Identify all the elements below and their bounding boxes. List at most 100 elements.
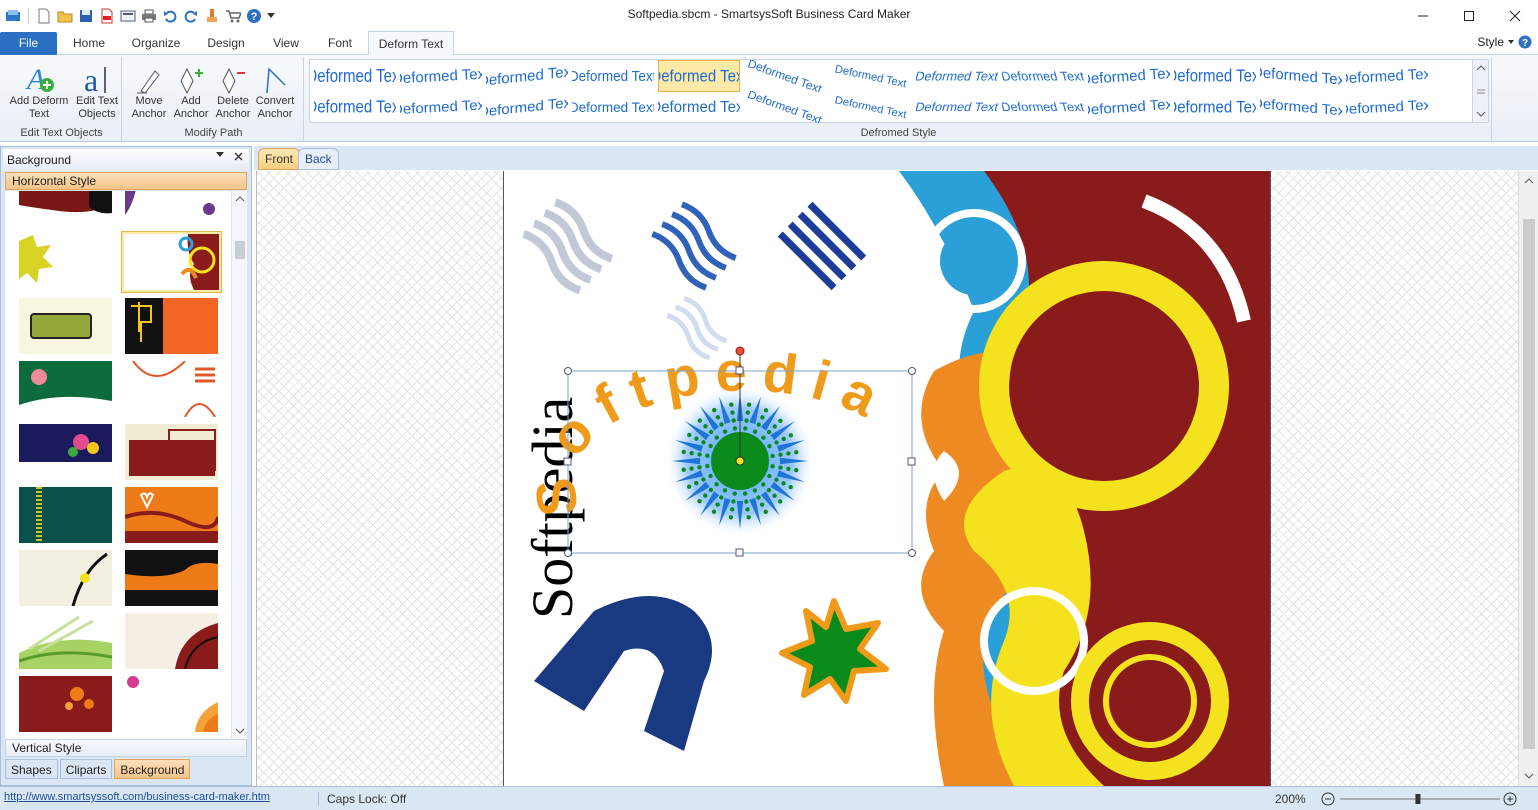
customize-dropdown-icon[interactable] — [266, 7, 276, 25]
deform-style-item[interactable]: Deformed Text — [1088, 60, 1170, 92]
tab-shapes[interactable]: Shapes — [5, 759, 58, 779]
sun-dot — [715, 502, 720, 507]
undo-icon[interactable] — [161, 7, 179, 25]
convert-anchor-button[interactable]: Convert Anchor — [254, 59, 296, 121]
deform-style-item[interactable]: Deformed Text — [1260, 60, 1342, 92]
deform-style-item[interactable]: Deformed Text — [572, 91, 654, 123]
design-canvas[interactable]: Softpedia Softpedia — [256, 171, 1518, 786]
canvas-scrollbar[interactable] — [1518, 171, 1538, 786]
deform-style-item[interactable]: Deformed Text — [658, 60, 740, 92]
panel-close-icon[interactable] — [234, 152, 243, 161]
website-link[interactable]: http://www.smartsyssoft.com/business-car… — [4, 791, 270, 803]
style-menu[interactable]: Style ? — [1477, 35, 1532, 49]
sun-dot — [729, 507, 735, 512]
tab-view[interactable]: View — [264, 31, 308, 55]
delete-anchor-button[interactable]: Delete Anchor — [212, 59, 254, 121]
new-icon[interactable] — [35, 7, 53, 25]
add-anchor-button[interactable]: Add Anchor — [170, 59, 212, 121]
deform-style-item[interactable]: Deformed Text — [744, 60, 826, 92]
add-anchor-label: Add Anchor — [173, 95, 209, 120]
edit-text-objects-button[interactable]: a Edit Text Objects — [74, 59, 120, 121]
panel-dropdown-icon[interactable] — [216, 152, 224, 158]
deform-style-item[interactable]: Deformed Text — [1346, 91, 1428, 123]
background-thumb[interactable] — [125, 298, 218, 354]
save-icon[interactable] — [77, 7, 95, 25]
deform-style-item[interactable]: Deformed Text — [400, 60, 482, 92]
deform-style-item[interactable]: Deformed Text — [1002, 91, 1084, 123]
deform-style-item[interactable]: Deformed Text — [400, 91, 482, 123]
deform-style-item[interactable]: Deformed Text — [916, 91, 998, 123]
background-thumb[interactable] — [19, 487, 112, 543]
deform-style-item[interactable]: Deformed Text — [830, 60, 912, 92]
cart-icon[interactable] — [224, 7, 242, 25]
deform-style-item[interactable]: Deformed Text — [486, 91, 568, 123]
deform-style-item[interactable]: Deformed Text — [486, 60, 568, 92]
tab-home[interactable]: Home — [64, 31, 114, 55]
tab-background[interactable]: Background — [114, 759, 191, 779]
gallery-scrollbar[interactable] — [1472, 60, 1488, 122]
background-thumb-selected[interactable] — [121, 231, 222, 293]
background-thumb[interactable] — [19, 676, 112, 732]
minimize-button[interactable] — [1400, 0, 1446, 31]
background-thumb[interactable] — [19, 191, 112, 241]
open-icon[interactable] — [56, 7, 74, 25]
help-icon[interactable]: ? — [1518, 35, 1532, 49]
deform-style-item[interactable]: Deformed Text — [1002, 60, 1084, 92]
sun-dot — [794, 467, 799, 473]
sun-dot — [772, 424, 777, 429]
sun-dot — [731, 499, 736, 504]
tab-cliparts[interactable]: Cliparts — [59, 759, 113, 779]
background-thumb[interactable] — [125, 676, 218, 732]
background-thumb[interactable] — [19, 424, 112, 480]
background-thumb[interactable] — [19, 361, 112, 417]
deform-style-item[interactable]: Deformed Text — [1346, 60, 1428, 92]
deform-style-item[interactable]: Deformed Text — [916, 60, 998, 92]
pdf-icon[interactable] — [98, 7, 116, 25]
vertical-style-header[interactable]: Vertical Style — [5, 739, 247, 757]
tab-design[interactable]: Design — [198, 31, 254, 55]
tab-deform-text[interactable]: Deform Text — [368, 31, 454, 56]
deform-style-item[interactable]: Deformed Text — [314, 91, 396, 123]
print-icon[interactable] — [140, 7, 158, 25]
app-icon[interactable] — [4, 7, 22, 25]
deform-style-item[interactable]: Deformed Text — [1260, 91, 1342, 123]
zoom-slider[interactable] — [1320, 791, 1520, 807]
move-anchor-button[interactable]: Move Anchor — [128, 59, 170, 121]
background-thumb[interactable] — [19, 235, 112, 291]
tab-front[interactable]: Front — [258, 148, 301, 170]
background-thumb[interactable] — [19, 298, 112, 354]
paint-icon[interactable] — [203, 7, 221, 25]
tab-font[interactable]: Font — [318, 31, 362, 55]
close-button[interactable] — [1492, 0, 1538, 31]
deform-style-item[interactable]: Deformed Text — [830, 91, 912, 123]
background-thumb[interactable] — [125, 361, 218, 417]
deform-style-item[interactable]: Deformed Text — [1174, 91, 1256, 123]
background-thumb[interactable] — [125, 613, 218, 669]
background-thumb[interactable] — [125, 424, 218, 480]
background-thumb[interactable] — [19, 613, 112, 669]
background-thumb[interactable] — [19, 550, 112, 606]
tab-organize[interactable]: Organize — [124, 31, 188, 55]
convert-anchor-icon — [266, 67, 286, 94]
background-thumb[interactable] — [125, 550, 218, 606]
deform-style-item[interactable]: Deformed Text — [1088, 91, 1170, 123]
tab-back[interactable]: Back — [298, 148, 339, 170]
deform-style-item[interactable]: Deformed Text — [658, 91, 740, 123]
deform-style-item[interactable]: Deformed Text — [572, 60, 654, 92]
deform-style-item[interactable]: Deformed Text — [314, 60, 396, 92]
help-icon[interactable]: ? — [245, 7, 263, 25]
sun-dot — [708, 429, 714, 435]
woven-logo-faded — [522, 198, 614, 295]
business-card[interactable]: Softpedia Softpedia — [503, 171, 1271, 786]
maximize-button[interactable] — [1446, 0, 1492, 31]
deform-style-item[interactable]: Deformed Text — [744, 91, 826, 123]
thumbnail-scrollbar[interactable] — [231, 191, 247, 739]
star-shape[interactable] — [779, 598, 889, 704]
redo-icon[interactable] — [182, 7, 200, 25]
tab-file[interactable]: File — [0, 32, 57, 55]
deform-style-item[interactable]: Deformed Text — [1174, 60, 1256, 92]
print-preview-icon[interactable] — [119, 7, 137, 25]
add-deform-text-button[interactable]: A Add Deform Text — [4, 59, 74, 121]
horizontal-style-header[interactable]: Horizontal Style — [5, 172, 247, 190]
background-thumb[interactable] — [125, 487, 218, 543]
